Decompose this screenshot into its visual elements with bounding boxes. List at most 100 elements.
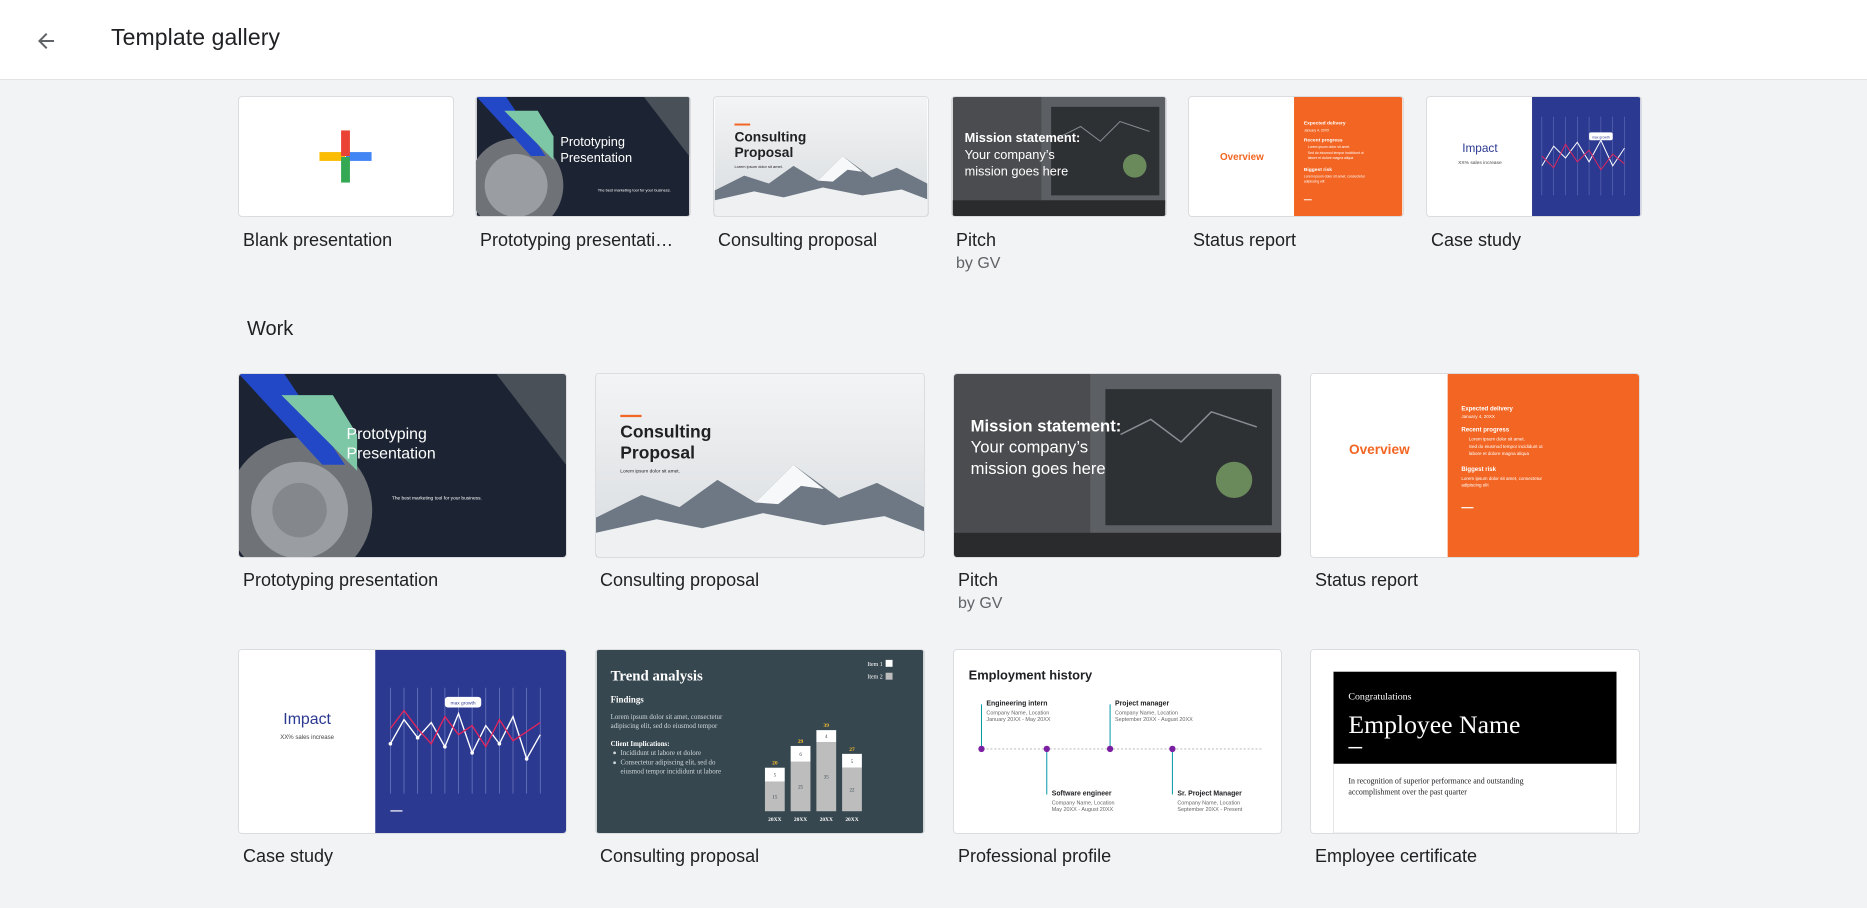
template-thumbnail[interactable]: max growth Impact XX% sales increase (1426, 96, 1642, 217)
template-thumbnail[interactable]: Consulting Proposal Lorem ipsum dolor si… (595, 373, 925, 558)
template-card-consulting-proposal[interactable]: Consulting Proposal Lorem ipsum dolor si… (713, 96, 929, 276)
svg-text:adipiscing elit: adipiscing elit (1461, 483, 1489, 488)
consulting-thumbnail-art: Consulting Proposal Lorem ipsum dolor si… (596, 374, 924, 557)
trend-bar-total: 27 (849, 747, 855, 753)
pitch-thumbnail-art: Mission statement: Your company’s missio… (954, 374, 1281, 557)
svg-text:Impact: Impact (1462, 141, 1498, 155)
template-title: Consulting proposal (600, 570, 760, 590)
template-card-consulting-proposal[interactable]: Consulting Proposal Lorem ipsum dolor si… (595, 373, 925, 613)
svg-text:Software engineer: Software engineer (1052, 790, 1112, 797)
template-thumbnail[interactable]: Overview Expected delivery January 4, 20… (1310, 373, 1640, 558)
template-thumbnail[interactable]: Trend analysis Findings Lorem ipsum dolo… (595, 649, 925, 834)
svg-text:Expected delivery: Expected delivery (1461, 406, 1513, 412)
template-card-blank-presentation[interactable]: Blank presentation (238, 96, 454, 276)
template-title: Consulting proposal (718, 230, 878, 250)
template-thumbnail[interactable]: Consulting Proposal Lorem ipsum dolor si… (713, 96, 929, 217)
svg-text:Expected delivery: Expected delivery (1304, 121, 1346, 127)
arrow-back-icon (38, 33, 54, 49)
svg-text:Lorem ipsum dolor sit amet.: Lorem ipsum dolor sit amet. (1469, 437, 1525, 442)
trend-analysis-thumbnail-art: Trend analysis Findings Lorem ipsum dolo… (596, 650, 924, 833)
svg-text:Sed do eiusmod tempor incididu: Sed do eiusmod tempor incididunt ut (1308, 151, 1364, 155)
svg-text:January 20XX - May 20XX: January 20XX - May 20XX (986, 717, 1050, 723)
svg-text:September 20XX - Present: September 20XX - Present (1177, 807, 1242, 813)
template-card-case-study[interactable]: max growth Impact XX% sales increase Cas… (1426, 96, 1642, 276)
svg-text:Congratulations: Congratulations (1348, 691, 1411, 702)
svg-text:Consulting: Consulting (620, 422, 711, 442)
template-title: Status report (1193, 230, 1297, 250)
template-card-pitch[interactable]: Mission statement: Your company’s missio… (953, 373, 1282, 613)
template-card-status-report[interactable]: Overview Expected delivery January 4, 20… (1188, 96, 1404, 276)
status-thumbnail-art: Overview Expected delivery January 4, 20… (1189, 97, 1403, 216)
svg-text:In recognition of superior per: In recognition of superior performance a… (1348, 777, 1523, 786)
template-title: Blank presentation (243, 230, 393, 250)
svg-text:Overview: Overview (1349, 442, 1410, 457)
template-title: Status report (1315, 570, 1419, 590)
svg-text:Lorem ipsum dolor sit amet, co: Lorem ipsum dolor sit amet, consectetur (1304, 175, 1366, 179)
svg-text:Recent progress: Recent progress (1461, 427, 1509, 433)
back-button[interactable] (26, 21, 66, 61)
svg-text:Project manager: Project manager (1115, 700, 1169, 707)
template-author: by GV (956, 255, 1001, 272)
template-thumbnail[interactable]: Mission statement: Your company’s missio… (951, 96, 1167, 217)
trend-category-label: 20XX (768, 817, 781, 823)
template-card-employee-certificate[interactable]: Congratulations Employee Name In recogni… (1310, 649, 1640, 879)
case-thumbnail-art: max growth Impact XX% sales increase (239, 650, 566, 833)
employment-thumbnail-art: Employment history Engineering intern Co… (954, 650, 1281, 833)
template-title: Consulting proposal (600, 846, 760, 866)
trend-category-label: 20XX (845, 817, 858, 823)
template-card-status-report[interactable]: Overview Expected delivery January 4, 20… (1310, 373, 1640, 613)
trend-bar-total: 20 (772, 761, 778, 767)
svg-text:Company Name, Location: Company Name, Location (1052, 800, 1115, 806)
template-card-case-study[interactable]: max growth Impact XX% sales increase Cas… (238, 649, 567, 879)
pitch-thumbnail-art: Mission statement: Your company’s missio… (952, 97, 1166, 216)
thumb-line1: Prototyping (560, 134, 625, 149)
svg-text:Sr. Project Manager: Sr. Project Manager (1177, 790, 1242, 797)
trend-bar-label-item1: 25 (798, 785, 803, 790)
trend-bar-label-item1: 35 (824, 776, 829, 781)
consulting-thumbnail-art: Consulting Proposal Lorem ipsum dolor si… (714, 97, 928, 216)
svg-text:The best marketing tool for yo: The best marketing tool for your busines… (392, 496, 482, 502)
svg-text:Incididunt ut labore et dolore: Incididunt ut labore et dolore (621, 750, 702, 757)
svg-text:Mission statement:: Mission statement: (971, 416, 1122, 435)
svg-text:Lorem ipsum dolor sit amet, co: Lorem ipsum dolor sit amet, consectetur (611, 714, 723, 721)
template-title: Case study (243, 846, 334, 866)
trend-bar-label-item1: 15 (772, 795, 777, 800)
certificate-thumbnail-art: Congratulations Employee Name In recogni… (1311, 650, 1639, 833)
template-card-professional-profile[interactable]: Employment history Engineering intern Co… (953, 649, 1282, 879)
template-author: by GV (958, 595, 1003, 612)
svg-text:Biggest risk: Biggest risk (1461, 467, 1496, 473)
template-thumbnail[interactable]: Congratulations Employee Name In recogni… (1310, 649, 1640, 834)
svg-text:Item 1: Item 1 (867, 662, 882, 668)
svg-text:Presentation: Presentation (346, 446, 435, 463)
template-thumbnail[interactable]: Overview Expected delivery January 4, 20… (1188, 96, 1404, 217)
template-card-prototyping-presentation[interactable]: Prototyping Presentation The best market… (238, 373, 567, 613)
trend-bar-total: 39 (824, 723, 830, 729)
svg-text:Consectetur adipiscing elit, s: Consectetur adipiscing elit, sed do (621, 760, 716, 767)
template-thumbnail[interactable]: max growth Impact XX% sales increase (238, 649, 567, 834)
template-card-prototyping-presentation[interactable]: Prototyping Presentation The best market… (475, 96, 691, 276)
trend-category-label: 20XX (794, 817, 807, 823)
trend-category-label: 20XX (820, 817, 833, 823)
svg-text:Lorem ipsum dolor sit amet, co: Lorem ipsum dolor sit amet, consectetur (1461, 476, 1542, 481)
svg-text:Trend analysis: Trend analysis (611, 669, 703, 685)
template-thumbnail[interactable] (238, 96, 454, 217)
svg-text:Employee Name: Employee Name (1348, 710, 1520, 739)
svg-text:Prototyping: Prototyping (346, 426, 426, 443)
template-thumbnail[interactable]: Prototyping Presentation The best market… (475, 96, 691, 217)
template-title: Professional profile (958, 846, 1112, 866)
svg-text:Proposal: Proposal (620, 443, 695, 463)
template-card-pitch[interactable]: Mission statement: Your company’s missio… (951, 96, 1167, 276)
svg-text:Company Name, Location: Company Name, Location (1115, 710, 1178, 716)
svg-text:mission goes here: mission goes here (971, 459, 1106, 478)
svg-text:labore et dolore magna aliqua: labore et dolore magna aliqua (1308, 156, 1354, 160)
page-title: Template gallery (111, 24, 281, 50)
template-thumbnail[interactable]: Mission statement: Your company’s missio… (953, 373, 1282, 558)
svg-text:accomplishment over the past q: accomplishment over the past quarter (1348, 787, 1467, 796)
template-card-consulting-proposal-trend[interactable]: Trend analysis Findings Lorem ipsum dolo… (595, 649, 925, 879)
svg-text:Engineering intern: Engineering intern (986, 700, 1047, 707)
template-thumbnail[interactable]: Prototyping Presentation The best market… (238, 373, 567, 558)
svg-text:Your company’s: Your company’s (971, 438, 1088, 457)
case-thumbnail-art: max growth Impact XX% sales increase (1427, 97, 1641, 216)
template-thumbnail[interactable]: Employment history Engineering intern Co… (953, 649, 1282, 834)
svg-text:Lorem ipsum dolor sit amet.: Lorem ipsum dolor sit amet. (620, 468, 680, 474)
